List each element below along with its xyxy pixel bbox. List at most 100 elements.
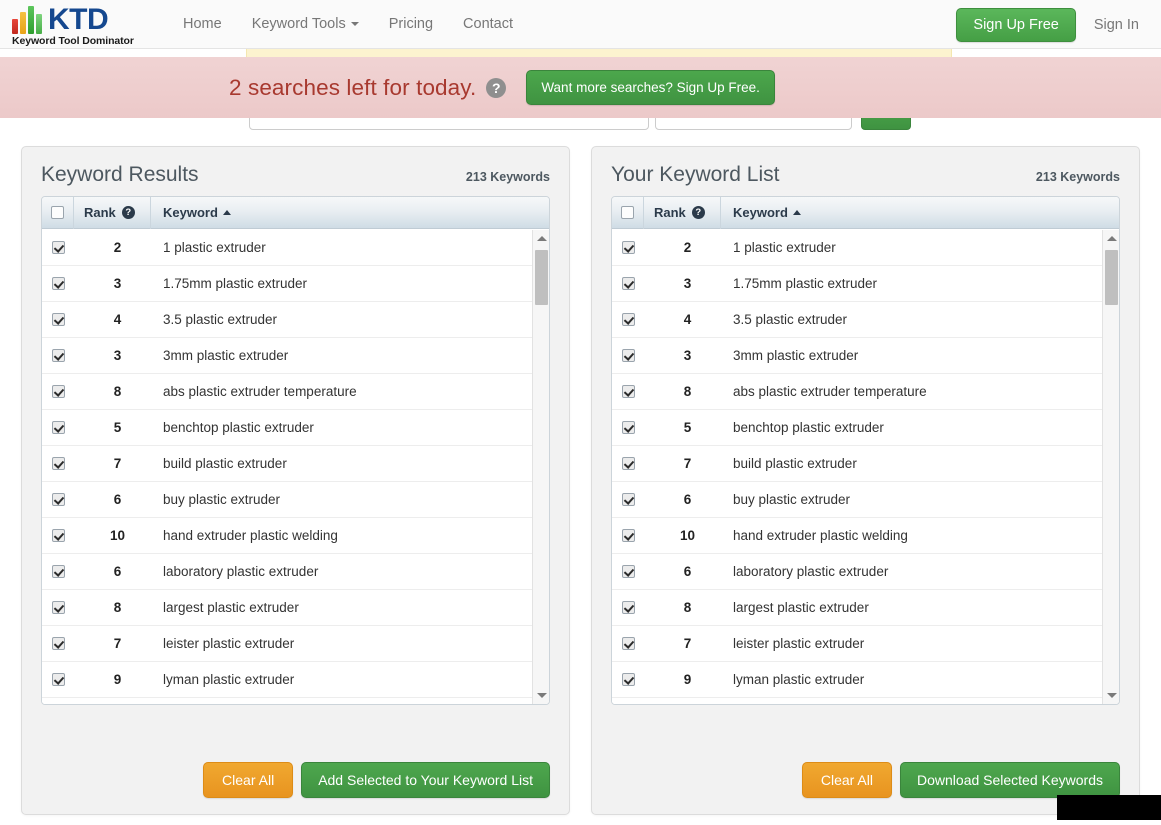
row-checkbox[interactable] (621, 385, 635, 398)
right-clear-all-button[interactable]: Clear All (801, 762, 892, 798)
rank-value: 9 (683, 672, 692, 687)
row-checkbox[interactable] (51, 601, 65, 614)
row-checkbox[interactable] (621, 637, 635, 650)
table-row[interactable]: 7 leister plastic extruder (42, 626, 532, 662)
row-checkbox[interactable] (51, 313, 65, 326)
table-row[interactable]: 8 abs plastic extruder temperature (42, 374, 532, 410)
left-scrollbar[interactable] (532, 230, 549, 704)
download-selected-keywords-button[interactable]: Download Selected Keywords (900, 762, 1120, 798)
table-row[interactable]: 3noris plastic extruder (42, 698, 532, 704)
add-selected-to-keyword-list-button[interactable]: Add Selected to Your Keyword List (301, 762, 550, 798)
row-checkbox[interactable] (51, 349, 65, 362)
row-checkbox[interactable] (51, 277, 65, 290)
scroll-up-arrow-icon[interactable] (1103, 230, 1119, 247)
scroll-down-arrow-icon[interactable] (533, 687, 549, 704)
right-header-keyword[interactable]: Keyword (721, 197, 1119, 229)
rank-value: 6 (113, 492, 122, 507)
left-clear-all-button[interactable]: Clear All (203, 762, 294, 798)
select-all-checkbox[interactable] (621, 206, 634, 219)
table-row[interactable]: 3 1.75mm plastic extruder (42, 266, 532, 302)
row-checkbox[interactable] (51, 529, 65, 542)
row-checkbox[interactable] (51, 385, 65, 398)
row-checkbox[interactable] (51, 457, 65, 470)
nav-item-contact[interactable]: Contact (448, 0, 528, 49)
row-checkbox[interactable] (621, 673, 635, 686)
row-checkbox[interactable] (51, 241, 65, 254)
right-scrollbar[interactable] (1102, 230, 1119, 704)
scrollbar-thumb[interactable] (1105, 250, 1118, 305)
right-header-rank[interactable]: Rank ? (644, 197, 721, 229)
table-row[interactable]: 7 build plastic extruder (42, 446, 532, 482)
help-icon[interactable]: ? (486, 77, 507, 98)
main-navigation: Home Keyword Tools Pricing Contact (168, 0, 528, 49)
table-row[interactable]: 7 leister plastic extruder (612, 626, 1102, 662)
rank-value: 4 (683, 312, 692, 327)
sign-in-link[interactable]: Sign In (1080, 17, 1153, 33)
keyword-header-label: Keyword (163, 205, 218, 220)
row-checkbox-cell (612, 241, 644, 254)
keyword-value: build plastic extruder (733, 456, 857, 471)
nav-item-keyword-tools[interactable]: Keyword Tools (237, 0, 374, 49)
row-checkbox[interactable] (621, 313, 635, 326)
row-checkbox[interactable] (621, 529, 635, 542)
table-row[interactable]: 9 lyman plastic extruder (612, 662, 1102, 698)
table-row[interactable]: 6 buy plastic extruder (612, 482, 1102, 518)
row-checkbox[interactable] (621, 493, 635, 506)
select-all-checkbox[interactable] (51, 206, 64, 219)
table-row[interactable]: 7 build plastic extruder (612, 446, 1102, 482)
left-header-rank[interactable]: Rank ? (74, 197, 151, 229)
rank-value: 7 (113, 456, 122, 471)
row-checkbox[interactable] (621, 241, 635, 254)
table-row[interactable]: 6 laboratory plastic extruder (612, 554, 1102, 590)
site-logo[interactable]: KTD Keyword Tool Dominator (12, 3, 162, 47)
row-checkbox[interactable] (51, 565, 65, 578)
rank-help-icon[interactable]: ? (121, 206, 135, 219)
table-row[interactable]: 3 1.75mm plastic extruder (612, 266, 1102, 302)
table-row[interactable]: 10 hand extruder plastic welding (42, 518, 532, 554)
logo-subtitle: Keyword Tool Dominator (12, 34, 134, 47)
table-row[interactable]: 5 benchtop plastic extruder (42, 410, 532, 446)
table-row[interactable]: 3noris plastic extruder (612, 698, 1102, 704)
nav-item-home[interactable]: Home (168, 0, 237, 49)
row-checkbox[interactable] (621, 421, 635, 434)
table-row[interactable]: 9 lyman plastic extruder (42, 662, 532, 698)
right-select-all-cell (612, 197, 644, 229)
row-checkbox[interactable] (51, 673, 65, 686)
rank-header-label: Rank (84, 205, 116, 220)
row-checkbox[interactable] (621, 565, 635, 578)
table-row[interactable]: 3 3mm plastic extruder (42, 338, 532, 374)
rank-value: 5 (113, 420, 122, 435)
sign-up-free-button[interactable]: Sign Up Free (956, 7, 1076, 42)
table-row[interactable]: 4 3.5 plastic extruder (42, 302, 532, 338)
rank-header-label: Rank (654, 205, 686, 220)
row-checkbox[interactable] (51, 421, 65, 434)
row-checkbox[interactable] (621, 457, 635, 470)
rank-value: 7 (683, 456, 692, 471)
row-checkbox[interactable] (621, 349, 635, 362)
row-checkbox[interactable] (51, 637, 65, 650)
right-table-header-row: Rank ? Keyword (612, 197, 1119, 229)
table-row[interactable]: 2 1 plastic extruder (612, 230, 1102, 266)
table-row[interactable]: 4 3.5 plastic extruder (612, 302, 1102, 338)
table-row[interactable]: 2 1 plastic extruder (42, 230, 532, 266)
table-row[interactable]: 6 laboratory plastic extruder (42, 554, 532, 590)
nav-item-pricing[interactable]: Pricing (374, 0, 448, 49)
table-row[interactable]: 8 abs plastic extruder temperature (612, 374, 1102, 410)
scroll-up-arrow-icon[interactable] (533, 230, 549, 247)
scrollbar-thumb[interactable] (535, 250, 548, 305)
want-more-searches-button[interactable]: Want more searches? Sign Up Free. (526, 70, 775, 105)
row-checkbox[interactable] (51, 493, 65, 506)
rank-help-icon[interactable]: ? (691, 206, 705, 219)
table-row[interactable]: 8 largest plastic extruder (42, 590, 532, 626)
keyword-value: abs plastic extruder temperature (163, 384, 357, 399)
table-row[interactable]: 3 3mm plastic extruder (612, 338, 1102, 374)
scroll-down-arrow-icon[interactable] (1103, 687, 1119, 704)
row-checkbox[interactable] (621, 277, 635, 290)
table-row[interactable]: 8 largest plastic extruder (612, 590, 1102, 626)
left-table-header-row: Rank ? Keyword (42, 197, 549, 229)
table-row[interactable]: 10 hand extruder plastic welding (612, 518, 1102, 554)
left-header-keyword[interactable]: Keyword (151, 197, 549, 229)
table-row[interactable]: 6 buy plastic extruder (42, 482, 532, 518)
row-checkbox[interactable] (621, 601, 635, 614)
table-row[interactable]: 5 benchtop plastic extruder (612, 410, 1102, 446)
